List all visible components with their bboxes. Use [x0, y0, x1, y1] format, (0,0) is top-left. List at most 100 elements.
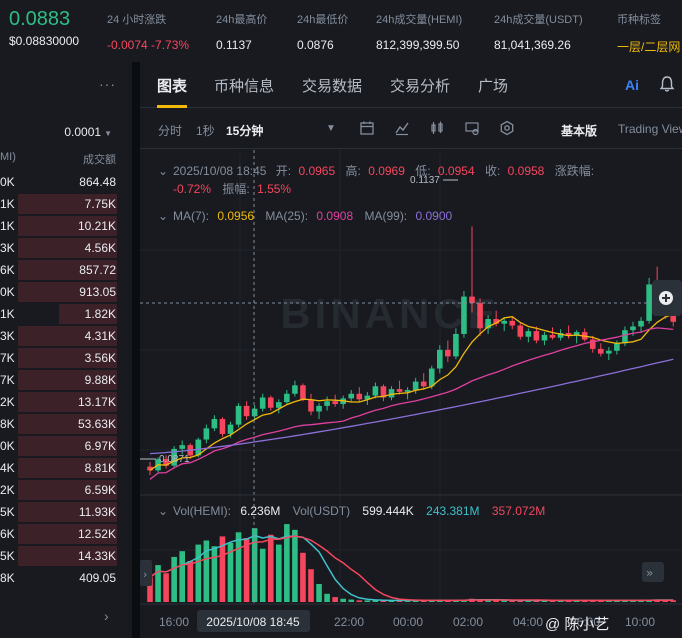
order-book-row[interactable]: 1K 10.21K — [0, 215, 117, 237]
order-book-amount: 8K — [0, 571, 15, 585]
ma99-label: MA(99): — [364, 209, 407, 223]
more-dots-icon[interactable]: ··· — [99, 76, 116, 92]
candle-body — [549, 334, 556, 338]
candle-body — [203, 428, 210, 440]
order-book-amount: 5K — [0, 505, 15, 519]
stat-token-tags[interactable]: 币种标签 一层/二层网 — [617, 11, 680, 55]
order-book-amount: 1K — [0, 307, 15, 321]
candle-body — [324, 401, 330, 406]
order-book-total: 857.72 — [79, 263, 116, 277]
tab-trading-analysis[interactable]: 交易分析 — [390, 75, 450, 96]
order-book-row[interactable]: 8K 409.05 — [0, 567, 117, 589]
candle-body — [276, 402, 282, 408]
order-book-amount: 0K — [0, 439, 15, 453]
candle-body — [517, 325, 524, 337]
stat-24h-low: 24h最低价 0.0876 — [297, 11, 348, 52]
volume-bar — [316, 583, 322, 602]
volume-bar — [364, 600, 371, 602]
stat-24h-high: 24h最高价 0.1137 — [216, 11, 267, 52]
interval-time-sharing[interactable]: 分时 — [158, 122, 182, 139]
settings-icon[interactable] — [499, 120, 515, 136]
interval-1s[interactable]: 1秒 — [196, 122, 215, 139]
ai-icon[interactable]: Ai — [625, 77, 639, 93]
stat-label: 24h最高价 — [216, 14, 268, 26]
order-book-row[interactable]: 3K 4.31K — [0, 325, 117, 347]
order-book-panel: ··· 0.0001 ▼ MI) 成交额 0K 864.48 1K 7.75K 1K 10.… — [0, 62, 133, 638]
chart-toolbar: 分时 1秒 15分钟 ▼ 基本版 Trading View — [140, 109, 682, 149]
candle-body — [251, 408, 258, 417]
tab-chart[interactable]: 图表 — [157, 75, 187, 96]
time-axis-label: 16:00 — [159, 615, 189, 629]
chevron-left-icon: › — [143, 568, 147, 581]
order-book-row[interactable]: 3K 4.56K — [0, 237, 117, 259]
stat-24h-volume-hemi: 24h成交量(HEMI) 812,399,399.50 — [376, 11, 462, 52]
volume-bar — [300, 552, 306, 602]
order-book-row[interactable]: 8K 53.63K — [0, 413, 117, 435]
watermark-text: BINANCE — [280, 290, 499, 337]
volume-bar — [324, 593, 330, 602]
tradingview-button[interactable]: Trading View — [618, 122, 682, 136]
volume-bar — [259, 548, 266, 602]
token-tag-link[interactable]: 一层/二层网 — [617, 38, 680, 55]
volume-bar — [308, 569, 314, 602]
tab-square[interactable]: 广场 — [478, 75, 508, 96]
bell-icon[interactable] — [658, 75, 676, 93]
candle-body — [533, 331, 540, 341]
stat-24h-change: 24 小时涨跌 -0.0074 -7.73% — [107, 11, 189, 52]
ma-info: ⌄ MA(7): 0.0956 MA(25): 0.0908 MA(99): 0… — [158, 209, 453, 223]
order-book-row[interactable]: 4K 8.81K — [0, 457, 117, 479]
order-book-amount: 1K — [0, 197, 15, 211]
last-price-usd: $0.08830000 — [9, 34, 80, 48]
order-book-row[interactable]: 7K 9.88K — [0, 369, 117, 391]
candle-style-icon[interactable] — [429, 120, 445, 136]
candle-body — [259, 397, 266, 409]
drawing-tools-icon[interactable] — [464, 120, 480, 136]
tick-size-select[interactable]: 0.0001 ▼ — [64, 125, 112, 139]
candle-body — [219, 418, 226, 434]
collapse-icon: ⌄ — [158, 504, 168, 518]
indicator-chart-icon[interactable] — [394, 120, 410, 136]
order-book-row[interactable]: 2K 13.17K — [0, 391, 117, 413]
open-label: 开: — [276, 164, 291, 178]
time-axis-label: 02:00 — [453, 615, 483, 629]
candle-body — [525, 331, 532, 337]
interval-15m[interactable]: 15分钟 — [226, 122, 263, 139]
tab-trading-data[interactable]: 交易数据 — [302, 75, 362, 96]
order-book-amount: 6K — [0, 263, 15, 277]
order-book-row[interactable]: 1K 1.82K — [0, 303, 117, 325]
chart-canvas[interactable]: BINANCE ⌄ 2025/10/08 18:45 开: 0.0965 高: … — [140, 150, 682, 638]
calendar-icon[interactable] — [359, 120, 375, 136]
vol-usdt-value: 599.444K — [362, 504, 413, 518]
candle-body — [348, 393, 355, 399]
candle-body — [308, 399, 314, 412]
order-book-row[interactable]: 1K 7.75K — [0, 193, 117, 215]
volume-bar — [348, 599, 355, 602]
ma7-label: MA(7): — [173, 209, 209, 223]
basic-view-button[interactable]: 基本版 — [561, 122, 597, 139]
interval-dropdown-icon[interactable]: ▼ — [326, 123, 336, 134]
volume-bar — [179, 551, 185, 602]
order-book-amount: 3K — [0, 329, 15, 343]
chevron-right-icon[interactable]: › — [104, 608, 109, 624]
order-book-row[interactable]: 6K 12.52K — [0, 523, 117, 545]
candlestick-chart[interactable]: BINANCE ⌄ 2025/10/08 18:45 开: 0.0965 高: … — [140, 150, 682, 638]
order-book-row[interactable]: 0K 864.48 — [0, 171, 117, 193]
tab-coin-info[interactable]: 币种信息 — [214, 75, 274, 96]
candle-body — [638, 320, 644, 327]
order-book-row[interactable]: 6K 857.72 — [0, 259, 117, 281]
order-book-row[interactable]: 7K 3.56K — [0, 347, 117, 369]
order-book-row[interactable]: 5K 11.93K — [0, 501, 117, 523]
candles — [147, 226, 677, 476]
volume-bar — [187, 561, 194, 602]
order-book-total: 6.59K — [84, 483, 116, 497]
order-book-row[interactable]: 2K 6.59K — [0, 479, 117, 501]
order-book-total: 53.63K — [77, 417, 116, 431]
order-book-row[interactable]: 0K 6.97K — [0, 435, 117, 457]
order-book-total: 12.52K — [77, 527, 116, 541]
order-book-row[interactable]: 0K 913.05 — [0, 281, 117, 303]
order-book-row[interactable]: 5K 14.33K — [0, 545, 117, 567]
order-book-header-total: 成交额 — [83, 154, 116, 166]
change-label: 涨跌幅: — [555, 163, 594, 178]
amp-value: 1.55% — [257, 182, 291, 196]
order-book-total: 8.81K — [84, 461, 116, 475]
